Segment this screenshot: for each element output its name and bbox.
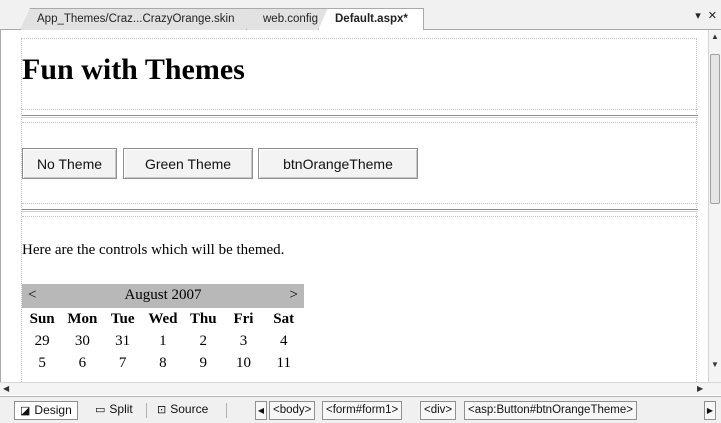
calendar-title-bar: < August 2007 >: [22, 284, 304, 308]
calendar-week-row: 5 6 7 8 9 10 11: [22, 352, 304, 374]
calendar-next-month-link[interactable]: >: [290, 287, 298, 304]
green-theme-button[interactable]: Green Theme: [123, 148, 253, 179]
source-view-label: Source: [170, 402, 209, 416]
horizontal-rule-bottom: [22, 203, 698, 217]
vertical-scroll-thumb[interactable]: [710, 54, 720, 204]
split-view-button[interactable]: ▭ Split: [90, 401, 138, 420]
design-view-button[interactable]: ◪ Design: [14, 401, 78, 420]
design-view-icon: ◪: [20, 405, 31, 417]
calendar-day[interactable]: 10: [223, 352, 263, 374]
calendar-week-row: 29 30 31 1 2 3 4: [22, 330, 304, 352]
vertical-scrollbar[interactable]: ▲ ▼: [708, 30, 721, 382]
day-header: Sat: [273, 311, 295, 327]
tag-navigator-left-icon[interactable]: ◀: [255, 401, 267, 420]
day-header: Tue: [110, 311, 135, 327]
day-header: Wed: [148, 311, 178, 327]
crumb-asp-button[interactable]: <asp:Button#btnOrangeTheme>: [464, 401, 637, 420]
calendar-day[interactable]: 30: [62, 330, 102, 352]
calendar-day[interactable]: 5: [22, 352, 62, 374]
horizontal-scrollbar[interactable]: ◀ ▶: [0, 382, 721, 395]
horizontal-rule-top: [22, 109, 698, 123]
calendar-day[interactable]: 31: [103, 330, 143, 352]
scroll-up-arrow-icon[interactable]: ▲: [711, 32, 719, 41]
calendar-day[interactable]: 8: [143, 352, 183, 374]
view-switcher-bar: ◪ Design ▭ Split ⊡ Source ◀ <body> <form#fo…: [0, 396, 721, 423]
calendar-day[interactable]: 2: [183, 330, 223, 352]
calendar-day[interactable]: 3: [223, 330, 263, 352]
calendar-day-headers: Sun Mon Tue Wed Thu Fri Sat: [22, 308, 304, 330]
calendar-month-label: August 2007: [124, 287, 202, 303]
source-view-button[interactable]: ⊡ Source: [152, 401, 213, 420]
calendar-day[interactable]: 4: [264, 330, 304, 352]
view-separator: [146, 403, 147, 418]
tab-web-config[interactable]: web.config: [246, 8, 330, 30]
document-tab-strip: App_Themes/Craz...CrazyOrange.skin web.c…: [0, 0, 721, 30]
scroll-right-arrow-icon[interactable]: ▶: [697, 384, 703, 393]
tab-tools: ▾ ✕: [691, 9, 717, 22]
calendar: < August 2007 > Sun Mon Tue Wed Thu Fri …: [22, 284, 304, 374]
scroll-left-arrow-icon[interactable]: ◀: [3, 384, 9, 393]
orange-theme-button[interactable]: btnOrangeTheme: [258, 148, 418, 179]
calendar-day[interactable]: 1: [143, 330, 183, 352]
calendar-day[interactable]: 11: [264, 352, 304, 374]
view-separator: [226, 403, 227, 418]
source-view-icon: ⊡: [157, 404, 167, 416]
tab-list-dropdown-icon[interactable]: ▾: [695, 10, 701, 22]
calendar-day[interactable]: 6: [62, 352, 102, 374]
scroll-down-arrow-icon[interactable]: ▼: [711, 360, 719, 369]
intro-text: Here are the controls which will be them…: [22, 242, 285, 258]
tab-crazyorange-skin[interactable]: App_Themes/Craz...CrazyOrange.skin: [20, 8, 258, 30]
day-header: Mon: [67, 311, 98, 327]
day-header: Fri: [233, 311, 254, 327]
crumb-div[interactable]: <div>: [420, 401, 457, 420]
tab-default-aspx[interactable]: Default.aspx*: [318, 8, 424, 30]
crumb-body[interactable]: <body>: [269, 401, 316, 420]
tag-navigator-right-icon[interactable]: ▶: [704, 401, 716, 420]
design-surface[interactable]: Fun with Themes No Theme Green Theme btn…: [0, 30, 708, 382]
split-view-label: Split: [109, 402, 133, 416]
calendar-day[interactable]: 7: [103, 352, 143, 374]
no-theme-button[interactable]: No Theme: [22, 148, 117, 179]
day-header: Sun: [29, 311, 55, 327]
calendar-day[interactable]: 9: [183, 352, 223, 374]
crumb-form[interactable]: <form#form1>: [322, 401, 403, 420]
calendar-day[interactable]: 29: [22, 330, 62, 352]
split-view-icon: ▭: [95, 404, 106, 416]
day-header: Thu: [189, 311, 217, 327]
design-view-label: Design: [34, 403, 72, 417]
close-document-icon[interactable]: ✕: [708, 10, 717, 22]
page-title: Fun with Themes: [22, 53, 245, 86]
page-form-container: Fun with Themes No Theme Green Theme btn…: [21, 38, 698, 382]
